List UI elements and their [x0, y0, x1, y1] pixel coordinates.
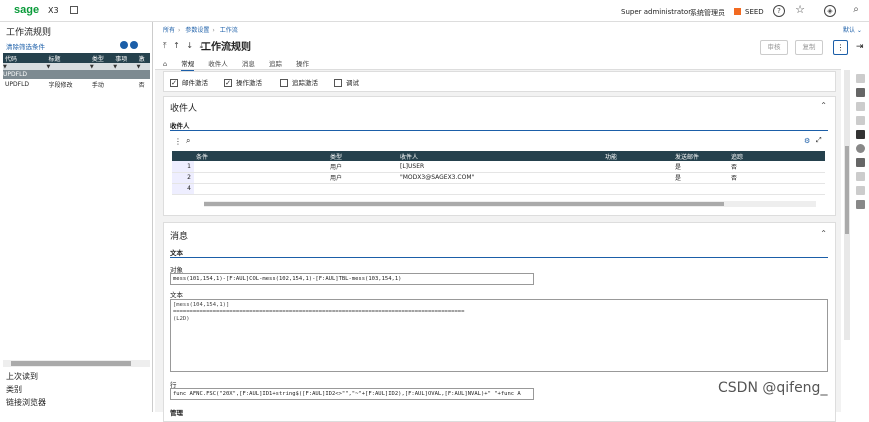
- close-icon[interactable]: [856, 130, 865, 139]
- delete-icon[interactable]: [856, 116, 865, 125]
- user-name[interactable]: Super administrator: [621, 8, 691, 16]
- table-row[interactable]: 1 用户 [L]USER 是 否: [172, 161, 825, 173]
- add-icon[interactable]: [856, 74, 865, 83]
- col-tracking[interactable]: 追踪: [729, 151, 817, 161]
- recipients-card: 收件人 ⌃ 收件人 ⋮ ⌕ ⚙ ⤢ 条件 类型 收件人 功能 发送邮件 追踪 1…: [163, 96, 836, 216]
- folder-name[interactable]: SEED: [745, 8, 764, 16]
- page-header: 所有 › 参数设置 › 工作流 ⤒ ↑ ↓ ⤓ 工作流规则 ⌂ 常规 收件人 消息 …: [155, 22, 841, 72]
- left-panel-title: 工作流规则: [6, 28, 52, 38]
- tab-recipients[interactable]: 收件人: [208, 60, 228, 68]
- manage-label: 管理: [170, 409, 183, 417]
- home-icon[interactable]: ⌂: [163, 60, 167, 68]
- watermark: CSDN @qifeng_: [718, 380, 828, 396]
- grid-menu-icon[interactable]: ⋮: [174, 137, 182, 146]
- copy-button[interactable]: 复制: [795, 40, 823, 55]
- message-text-area[interactable]: [mess(104,154,1)] ======================…: [170, 299, 828, 372]
- calendar-icon[interactable]: [70, 6, 78, 14]
- mail-active-checkbox[interactable]: ✓ 邮件激活: [170, 77, 208, 87]
- table-row[interactable]: 2 用户 "MODX3@SAGEX3.COM" 是 否: [172, 172, 825, 184]
- default-dropdown[interactable]: 默认 ⌄: [843, 25, 862, 34]
- selected-row[interactable]: UPDFLD: [3, 70, 150, 79]
- collapse-icon[interactable]: ⌃: [820, 229, 827, 238]
- role-name[interactable]: 系统管理员: [690, 8, 725, 18]
- tab-bar: ⌂ 常规 收件人 消息 追踪 操作: [163, 58, 321, 72]
- line-field[interactable]: func AFNC.FSC("20X",[F:AUL]ID1+string$([…: [170, 388, 534, 400]
- refresh-icon[interactable]: [856, 144, 865, 153]
- prev-icon[interactable]: [120, 41, 128, 49]
- tab-tracking[interactable]: 追踪: [269, 60, 282, 68]
- last-read-section[interactable]: 上次读到: [6, 371, 38, 382]
- text-label: 文本: [170, 291, 183, 299]
- check-icon[interactable]: [856, 102, 865, 111]
- filter-icon[interactable]: ▼: [3, 63, 47, 70]
- link-browser-section[interactable]: 链接浏览器: [6, 397, 46, 408]
- tracking-active-checkbox[interactable]: 追踪激活: [280, 77, 318, 87]
- page-scrollbar[interactable]: [844, 70, 850, 340]
- table-row[interactable]: UPDFLD 字段修改 手动 否: [3, 79, 150, 89]
- exit-icon[interactable]: ⇥: [856, 42, 864, 52]
- record-nav-arrows[interactable]: ⤒ ↑ ↓ ⤓: [163, 41, 205, 51]
- col-type[interactable]: 类型: [89, 53, 114, 63]
- filter-icon[interactable]: ▼: [113, 63, 137, 70]
- message-section-title: 消息: [170, 232, 189, 242]
- recipients-subtitle: 收件人: [170, 122, 190, 130]
- category-section[interactable]: 类别: [6, 384, 22, 395]
- attach-icon[interactable]: [856, 172, 865, 181]
- filter-icon[interactable]: ▼: [46, 63, 90, 70]
- more-menu-icon[interactable]: ⋮: [833, 40, 848, 55]
- tab-actions[interactable]: 操作: [296, 60, 309, 68]
- left-scrollbar[interactable]: [3, 360, 150, 367]
- col-title[interactable]: 标题: [46, 53, 90, 63]
- tab-message[interactable]: 消息: [242, 60, 255, 68]
- comment-icon[interactable]: [856, 186, 865, 195]
- expand-icon[interactable]: ⤢: [816, 136, 822, 145]
- filter-icon[interactable]: ▼: [136, 63, 150, 70]
- col-send-mail[interactable]: 发送邮件: [673, 151, 729, 161]
- grid-settings-icon[interactable]: ⚙: [804, 137, 810, 145]
- col-recipient[interactable]: 收件人: [398, 151, 603, 161]
- breadcrumb: 所有 › 参数设置 › 工作流: [163, 27, 238, 34]
- grid-scrollbar[interactable]: [204, 201, 816, 207]
- grid-search-icon[interactable]: ⌕: [186, 136, 190, 146]
- table-row[interactable]: 4: [172, 183, 825, 195]
- col-condition[interactable]: 条件: [194, 151, 328, 161]
- main-area: 所有 › 参数设置 › 工作流 ⤒ ↑ ↓ ⤓ 工作流规则 ⌂ 常规 收件人 消息 …: [155, 22, 848, 422]
- col-type[interactable]: 类型: [328, 151, 398, 161]
- app-name: X3: [48, 6, 59, 15]
- upload-icon[interactable]: [856, 200, 865, 209]
- next-icon[interactable]: [130, 41, 138, 49]
- audit-button[interactable]: 审核: [760, 40, 788, 55]
- activation-card: ✓ 邮件激活 ✓ 操作激活 追踪激活 调试: [163, 71, 836, 92]
- left-panel: 工作流规则 清除筛选条件 代码 标题 类型 事项 激 ▼ ▼ ▼ ▼ ▼ UPDFLD …: [0, 22, 153, 412]
- col-function[interactable]: 功能: [603, 151, 673, 161]
- recipients-section-title: 收件人: [170, 104, 198, 114]
- message-subtitle: 文本: [170, 249, 183, 257]
- clear-filter-link[interactable]: 清除筛选条件: [6, 41, 45, 51]
- star-icon[interactable]: ☆: [794, 4, 806, 17]
- action-active-checkbox[interactable]: ✓ 操作激活: [224, 77, 262, 87]
- col-event[interactable]: 事项: [113, 53, 137, 63]
- top-bar: sage X3 Super administrator 系统管理员 SEED ?…: [0, 0, 869, 22]
- col-code[interactable]: 代码: [3, 53, 47, 63]
- debug-checkbox[interactable]: 调试: [334, 77, 359, 87]
- left-list-table: 代码 标题 类型 事项 激 ▼ ▼ ▼ ▼ ▼ UPDFLD UPDFLD 字段修改 手…: [3, 53, 150, 89]
- folder-icon: [734, 8, 741, 15]
- right-toolbar: [851, 66, 869, 216]
- help-icon[interactable]: ?: [773, 5, 785, 17]
- search-icon[interactable]: ⌕: [850, 5, 862, 17]
- subject-field[interactable]: mess(101,154,1)-[F:AUL]COL-mess(102,154,…: [170, 273, 534, 285]
- col-active[interactable]: 激: [136, 53, 150, 63]
- recipients-grid: 条件 类型 收件人 功能 发送邮件 追踪 1 用户 [L]USER 是 否 2: [172, 151, 825, 195]
- filter-icon[interactable]: ▼: [89, 63, 114, 70]
- save-icon[interactable]: [856, 88, 865, 97]
- print-icon[interactable]: [856, 158, 865, 167]
- page-title: 工作流规则: [201, 42, 251, 53]
- sage-logo[interactable]: sage: [14, 4, 39, 16]
- collapse-icon[interactable]: ⌃: [820, 101, 827, 110]
- compass-icon[interactable]: ◈: [824, 5, 836, 17]
